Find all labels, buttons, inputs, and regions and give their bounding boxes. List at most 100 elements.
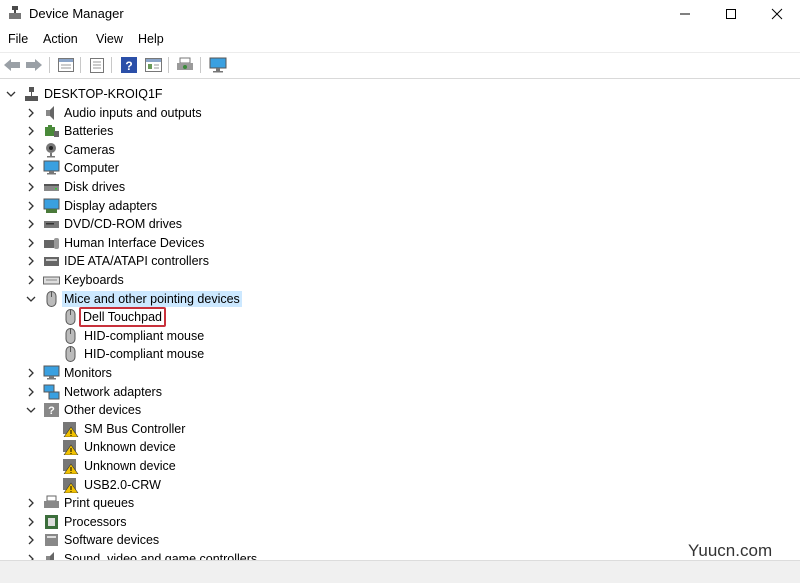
tree-item-label: Mice and other pointing devices — [62, 290, 242, 307]
processor-icon — [45, 514, 58, 529]
toolbar-separator — [168, 57, 169, 73]
chevron-right-icon[interactable] — [25, 367, 37, 379]
tree-item-label: Sound, video and game controllers — [64, 552, 258, 560]
properties-window-icon — [58, 58, 74, 72]
tree-item-label: USB2.0-CRW — [84, 477, 161, 492]
speaker-icon — [46, 552, 54, 560]
mouse-icon — [65, 309, 76, 326]
window-list-icon — [144, 58, 162, 72]
chevron-down-icon[interactable] — [25, 293, 37, 305]
tree-item-label: Unknown device — [84, 459, 176, 473]
help-button[interactable]: ? — [119, 56, 139, 74]
webcam-icon — [46, 142, 56, 158]
device-tree: DESKTOP-KROIQ1F Audio inputs and outputs… — [0, 83, 800, 560]
toolbar-separator — [49, 57, 50, 73]
tree-item-label: Processors — [64, 514, 127, 529]
close-button[interactable] — [754, 0, 800, 28]
scan-hardware-button[interactable] — [175, 56, 195, 74]
menu-view[interactable]: View — [96, 32, 123, 46]
software-device-icon — [45, 534, 58, 547]
keyboard-icon — [43, 276, 60, 285]
tree-item-label: Keyboards — [64, 273, 124, 287]
chevron-right-icon[interactable] — [25, 200, 37, 212]
update-driver-button[interactable] — [87, 56, 107, 74]
tree-item-label: HID-compliant mouse — [84, 347, 205, 362]
toolbar-separator — [80, 57, 81, 73]
tree-item-label: SM Bus Controller — [84, 421, 186, 436]
printer-icon — [44, 495, 59, 509]
chevron-right-icon[interactable] — [25, 125, 37, 137]
unknown-device-icon: ? — [44, 403, 59, 418]
tree-item-label: Human Interface Devices — [64, 235, 205, 250]
tree-item-label: HID-compliant mouse — [84, 328, 205, 343]
tree-item-label: Unknown device — [84, 440, 176, 455]
svg-text:?: ? — [48, 405, 55, 417]
menu-file[interactable]: File — [8, 32, 28, 46]
tree-item-label: Batteries — [64, 124, 114, 139]
document-icon — [90, 57, 104, 73]
chevron-right-icon[interactable] — [25, 386, 37, 398]
hid-icon — [44, 237, 59, 249]
chevron-right-icon[interactable] — [25, 255, 37, 267]
back-arrow-icon — [4, 59, 20, 71]
chevron-right-icon[interactable] — [25, 181, 37, 193]
chevron-right-icon[interactable] — [25, 553, 37, 560]
back-button[interactable] — [2, 56, 22, 74]
optical-drive-icon — [44, 221, 59, 229]
minimize-icon — [680, 13, 690, 15]
chevron-right-icon[interactable] — [25, 107, 37, 119]
maximize-icon — [726, 9, 736, 19]
monitor-icon — [209, 57, 227, 73]
chevron-right-icon[interactable] — [25, 162, 37, 174]
chevron-right-icon[interactable] — [25, 144, 37, 156]
add-legacy-hardware-button[interactable] — [208, 56, 228, 74]
forward-button[interactable] — [24, 56, 44, 74]
warning-device-icon — [63, 440, 79, 456]
toolbar: ? — [0, 53, 800, 79]
device-manager-app-icon — [9, 6, 21, 19]
chevron-right-icon[interactable] — [25, 237, 37, 249]
speaker-icon — [46, 105, 54, 120]
warning-device-icon — [63, 477, 79, 493]
chevron-right-icon[interactable] — [25, 534, 37, 546]
tree-item-label: Network adapters — [64, 384, 162, 399]
minimize-button[interactable] — [662, 0, 708, 28]
forward-arrow-icon — [26, 59, 42, 71]
properties-button[interactable] — [56, 56, 76, 74]
printer-icon — [177, 57, 193, 70]
tree-item-label: Disk drives — [64, 180, 126, 194]
close-icon — [771, 8, 783, 20]
menu-bar: File Action View Help — [0, 28, 800, 53]
toolbar-separator — [200, 57, 201, 73]
warning-device-icon — [63, 421, 79, 437]
tree-item-label: Display adapters — [64, 198, 158, 213]
help-icon: ? — [121, 57, 137, 73]
horizontal-scrollbar[interactable] — [0, 560, 800, 583]
monitor-icon — [43, 160, 60, 175]
chevron-right-icon[interactable] — [25, 516, 37, 528]
menu-action[interactable]: Action — [43, 32, 78, 46]
chevron-right-icon[interactable] — [25, 497, 37, 509]
mouse-icon — [65, 346, 76, 363]
computer-tower-icon — [25, 87, 38, 101]
tree-item-label: Other devices — [64, 403, 142, 418]
warning-device-icon — [63, 459, 79, 474]
chevron-right-icon[interactable] — [25, 274, 37, 286]
chevron-down-icon[interactable] — [5, 88, 17, 100]
tree-root-label: DESKTOP-KROIQ1F — [44, 87, 163, 101]
mouse-icon — [65, 327, 76, 344]
tree-item-label: Software devices — [64, 533, 160, 548]
toolbar-separator — [111, 57, 112, 73]
maximize-button[interactable] — [708, 0, 754, 28]
chevron-down-icon[interactable] — [25, 404, 37, 416]
show-hidden-button[interactable] — [143, 56, 163, 74]
display-adapter-icon — [43, 198, 60, 213]
ide-controller-icon — [44, 257, 59, 267]
chevron-right-icon[interactable] — [25, 218, 37, 230]
tree-item-label: Computer — [64, 161, 119, 176]
tree-item-label: Cameras — [64, 142, 115, 157]
title-bar: Device Manager — [0, 0, 800, 28]
tree-item-label: IDE ATA/ATAPI controllers — [64, 254, 209, 269]
tree-item-label: Monitors — [64, 366, 112, 380]
menu-help[interactable]: Help — [138, 32, 164, 46]
